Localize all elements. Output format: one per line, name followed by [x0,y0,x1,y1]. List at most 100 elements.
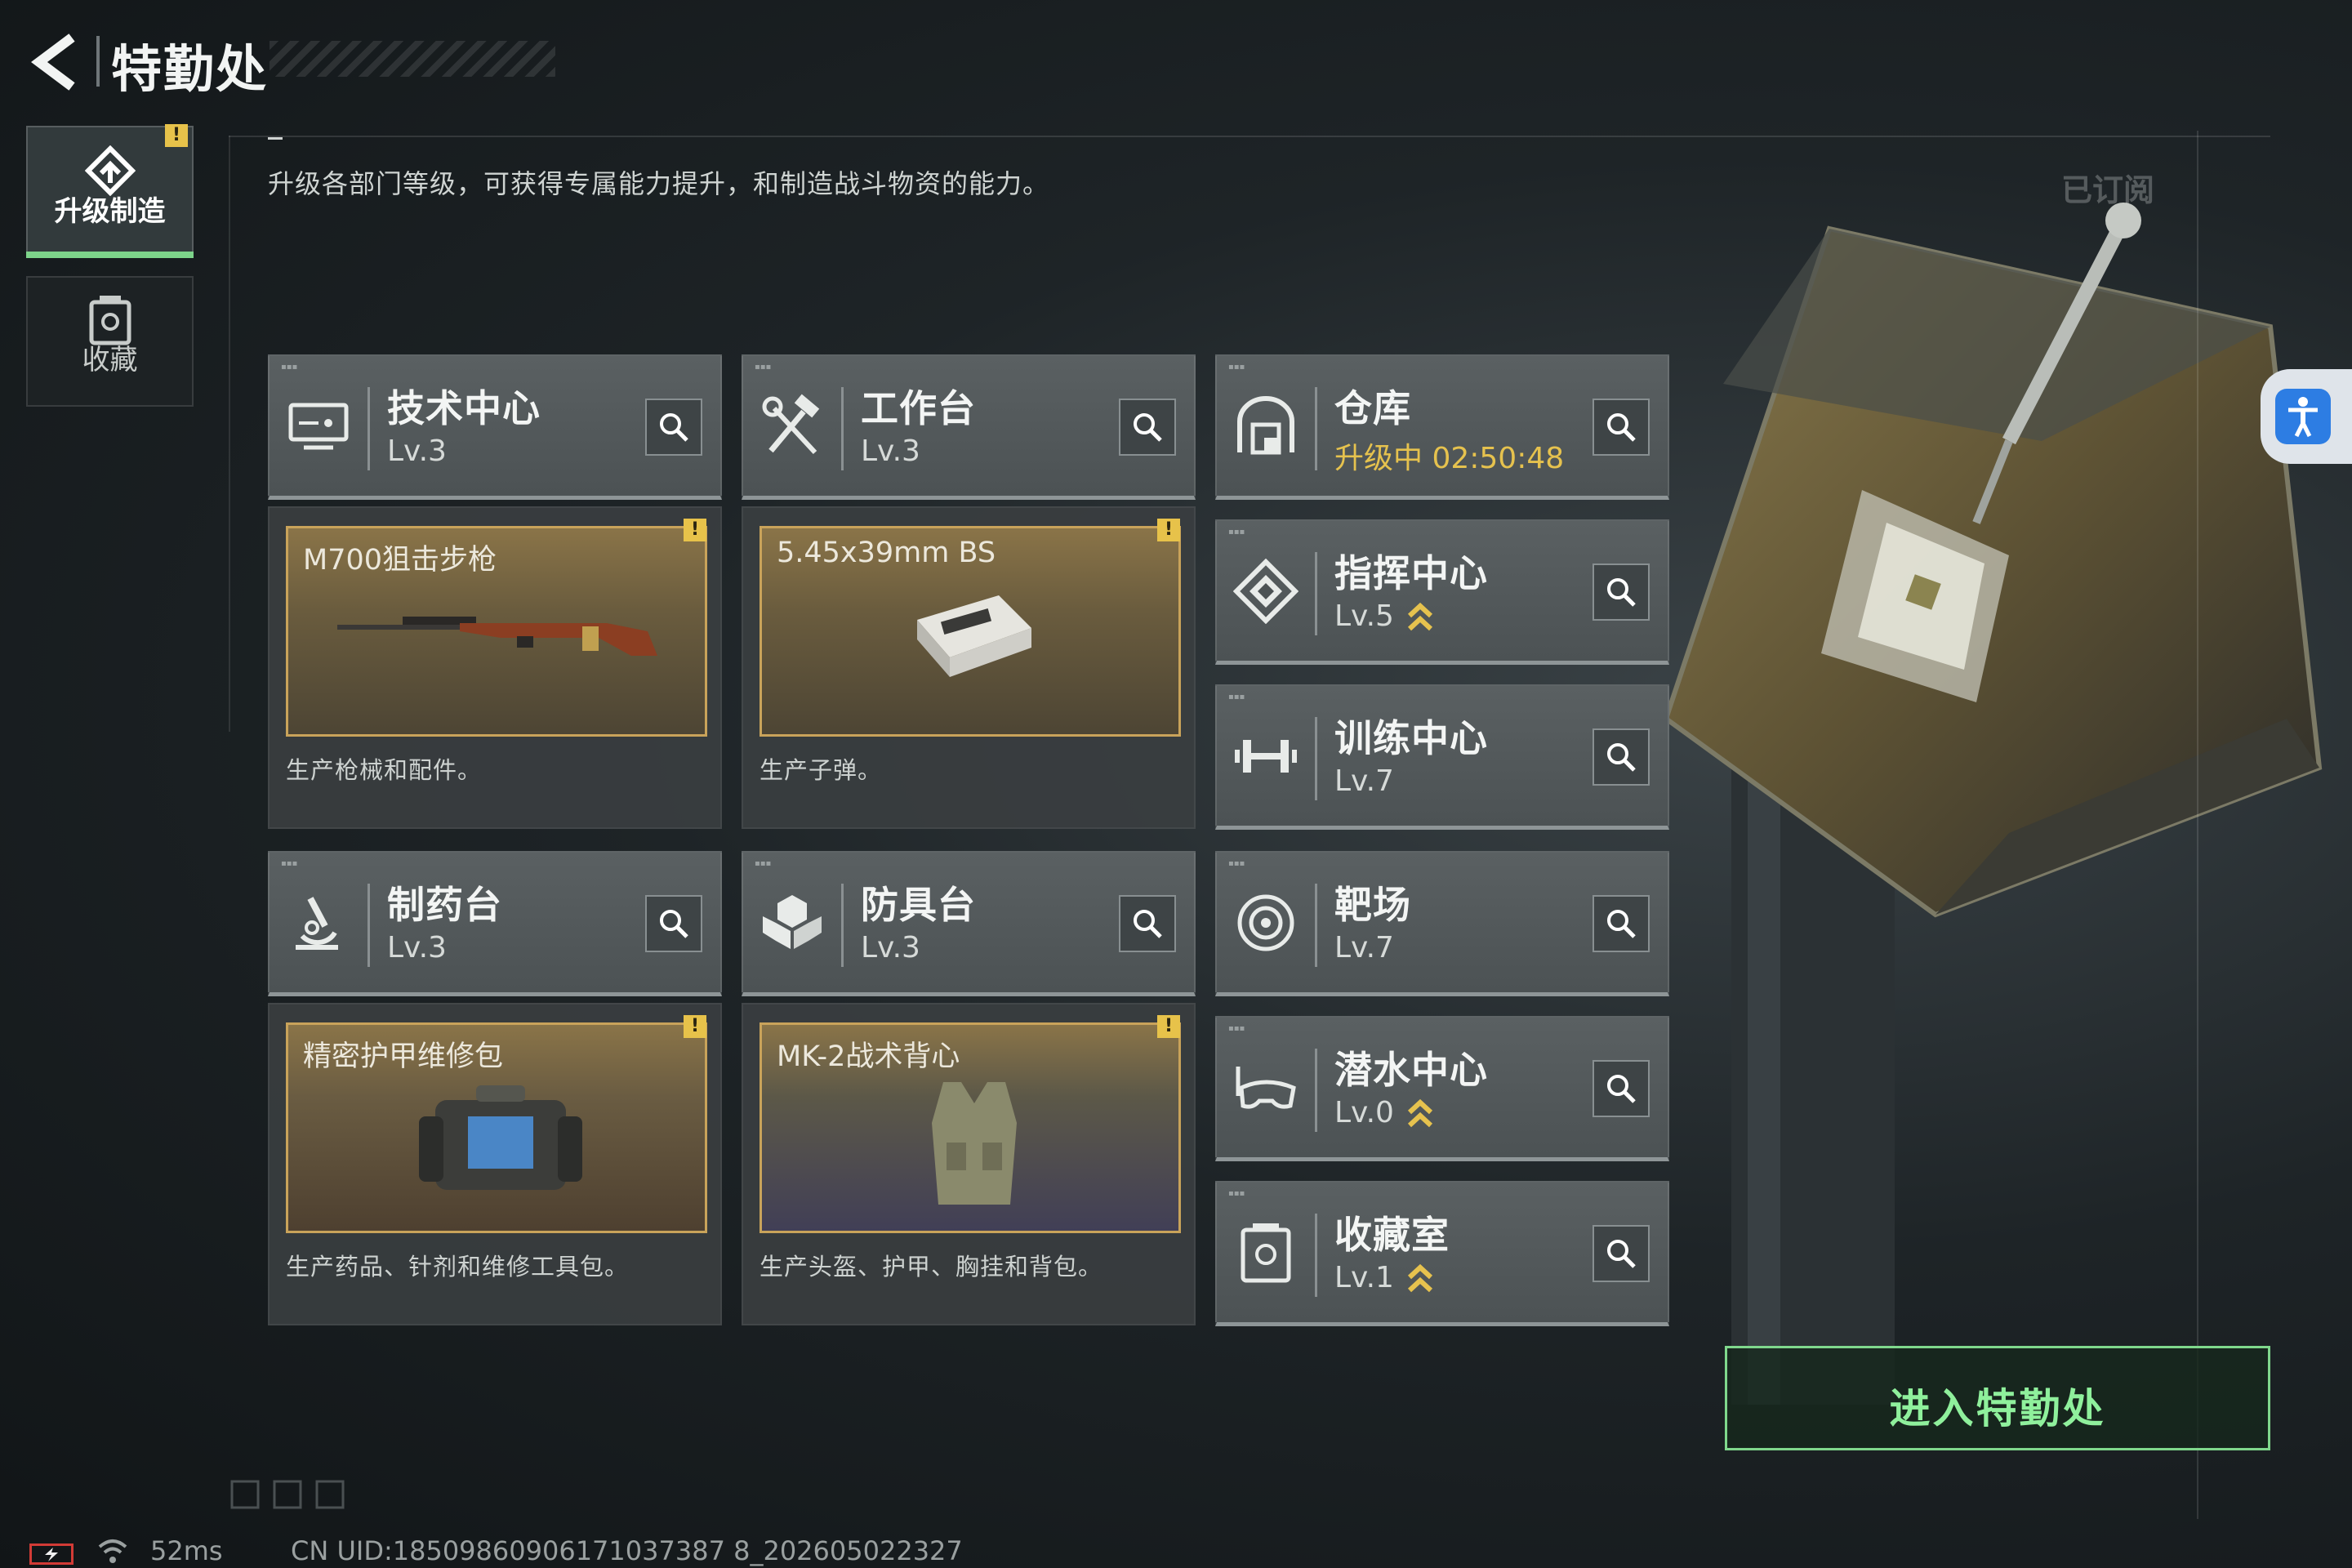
facility-name: 收藏室 [1334,1213,1450,1257]
product-description: 生产枪械和配件。 [286,756,483,784]
facility-level: Lv.3 [387,931,447,964]
facility-card-shooting-range[interactable]: ▪▪▪ 靶场 Lv.7 [1215,851,1669,996]
warehouse-icon [1237,396,1294,455]
facility-card-diving-center[interactable]: ▪▪▪ 潜水中心 Lv.0 [1215,1016,1669,1161]
product-description: 生产头盔、护甲、胸挂和背包。 [760,1253,1103,1281]
search-button[interactable] [1592,728,1650,786]
tab-collection[interactable]: 收藏 [26,276,194,407]
facility-level: Lv.5 [1334,599,1394,633]
microscope-icon [296,897,338,950]
page-title: 特勤处 [111,39,269,99]
card-corner-mark: ▪▪▪ [1228,528,1245,537]
warning-badge: ! [1157,1015,1180,1038]
card-separator [368,387,370,470]
facility-upgrade-status: 升级中 02:50:48 [1334,442,1565,475]
frame-line [2197,131,2198,1519]
card-corner-mark: ▪▪▪ [281,859,298,868]
search-icon [1134,413,1162,442]
search-icon [1607,578,1636,607]
search-button[interactable] [1592,895,1650,952]
product-slot[interactable]: 5.45x39mm BS ! [760,519,1181,737]
facility-name: 潜水中心 [1334,1048,1488,1092]
facility-name: 靶场 [1334,883,1411,927]
upgrade-available-icon [1407,1098,1433,1128]
search-button[interactable] [645,895,702,952]
search-button[interactable] [1119,895,1176,952]
facility-level: Lv.3 [861,931,920,964]
accessibility-button[interactable] [2261,369,2352,464]
armor-icon [763,895,822,949]
facility-card-workbench[interactable]: ▪▪▪ 工作台 Lv.3 [742,354,1196,500]
search-icon [1607,910,1636,938]
background-cube-artwork [1663,203,2323,1405]
search-button[interactable] [1592,399,1650,456]
facility-card-training-center[interactable]: ▪▪▪ 训练中心 Lv.7 [1215,684,1669,830]
product-slot[interactable]: 精密护甲维修包 ! [286,1015,707,1233]
card-corner-mark: ▪▪▪ [1228,1024,1245,1033]
search-button[interactable] [1119,399,1176,456]
wifi-icon [98,1539,127,1563]
card-corner-mark: ▪▪▪ [755,859,772,868]
title-stripe-decoration [270,41,555,77]
product-panel-armor-bench[interactable]: MK-2战术背心 ! 生产头盔、护甲、胸挂和背包。 [742,1003,1196,1325]
subscribed-label: 已订阅 [2061,172,2155,208]
card-separator [1315,884,1317,967]
card-separator [1315,717,1317,800]
card-corner-mark: ▪▪▪ [1228,859,1245,868]
tab-active-indicator [26,252,194,258]
product-slot[interactable]: MK-2战术背心 ! [760,1015,1181,1233]
facility-name: 指挥中心 [1334,551,1488,595]
product-panel-workbench[interactable]: 5.45x39mm BS ! 生产子弹。 [742,506,1196,829]
warning-badge: ! [684,519,706,541]
search-icon [1607,413,1636,442]
facility-card-command-center[interactable]: ▪▪▪ 指挥中心 Lv.5 [1215,519,1669,665]
card-separator [841,387,844,470]
facility-level: Lv.1 [1334,1261,1394,1294]
search-button[interactable] [645,399,702,456]
facility-level: Lv.0 [1334,1096,1394,1129]
facility-name: 仓库 [1334,386,1411,430]
facility-name: 防具台 [861,883,976,927]
product-description: 生产药品、针剂和维修工具包。 [286,1253,630,1281]
product-panel-pharmacy[interactable]: 精密护甲维修包 ! 生产药品、针剂和维修工具包。 [268,1003,722,1325]
product-slot[interactable]: M700狙击步枪 ! [286,519,707,737]
page-description: 升级各部门等级，可获得专属能力提升，和制造战斗物资的能力。 [268,168,1050,199]
search-icon [660,413,688,442]
product-name: 精密护甲维修包 [303,1040,504,1073]
tactical-vest-icon [932,1082,1017,1205]
product-name: 5.45x39mm BS [777,537,996,569]
repair-kit-icon [419,1085,582,1190]
tab-collection-label: 收藏 [82,344,138,376]
card-separator [1315,552,1317,635]
search-icon [1134,910,1162,938]
facility-card-pharmacy[interactable]: ▪▪▪ 制药台 Lv.3 [268,851,722,996]
card-corner-mark: ▪▪▪ [1228,363,1245,372]
card-corner-mark: ▪▪▪ [281,363,298,372]
search-button[interactable] [1592,1225,1650,1282]
card-separator [368,884,370,967]
facility-name: 制药台 [387,883,502,927]
target-icon [1237,894,1294,951]
back-arrow-icon[interactable] [24,29,83,95]
card-separator [1315,387,1317,470]
accessibility-icon [2275,389,2331,444]
enter-button-label: 进入特勤处 [1889,1385,2106,1432]
user-uid: CN UID:18509860906171037387 8_2026050223… [291,1535,963,1566]
dumbbell-icon [1235,740,1297,773]
upgrade-available-icon [1407,1263,1433,1293]
enter-special-ops-button[interactable]: 进入特勤处 [1725,1346,2270,1450]
facility-card-collection-room[interactable]: ▪▪▪ 收藏室 Lv.1 [1215,1181,1669,1326]
card-corner-mark: ▪▪▪ [1228,1189,1245,1198]
ammo-box-icon [917,595,1031,677]
facility-card-armor-bench[interactable]: ▪▪▪ 防具台 Lv.3 [742,851,1196,996]
product-panel-tech-center[interactable]: M700狙击步枪 ! 生产枪械和配件。 [268,506,722,829]
search-button[interactable] [1592,564,1650,621]
facility-card-warehouse[interactable]: ▪▪▪ 仓库 升级中 02:50:48 [1215,354,1669,500]
battery-icon [29,1544,74,1565]
facility-card-tech-center[interactable]: ▪▪▪ 技术中心 Lv.3 [268,354,722,500]
collection-icon [1241,1223,1291,1283]
card-corner-mark: ▪▪▪ [1228,693,1245,702]
card-separator [1315,1214,1317,1297]
title-divider [96,36,100,87]
search-button[interactable] [1592,1060,1650,1117]
